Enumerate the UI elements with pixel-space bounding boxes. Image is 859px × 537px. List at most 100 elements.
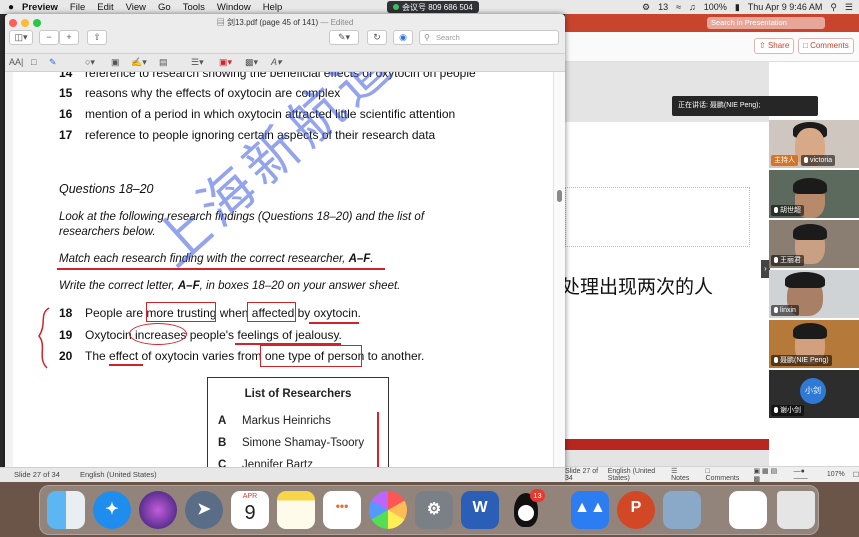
rotate-button[interactable]: ↻ [367, 30, 387, 45]
status-slide-count: Slide 27 of 34 [565, 467, 599, 482]
wifi-icon[interactable]: ≈ [676, 2, 681, 12]
fit-slide-icon[interactable]: ☐ [853, 471, 859, 479]
highlight-button[interactable]: ✎▾ [329, 30, 359, 45]
zoom-slider[interactable]: —●—— [794, 468, 819, 482]
menu-view[interactable]: View [126, 2, 146, 13]
notification-count: 13 [658, 2, 669, 12]
slide-textbox-placeholder[interactable] [565, 187, 750, 247]
host-badge: 主持人 [771, 155, 798, 166]
spotlight-icon[interactable]: ⚲ [830, 2, 837, 13]
mic-icon [774, 207, 778, 213]
document-title: ▤ 剑13.pdf (page 45 of 141) — Edited [216, 18, 354, 27]
reminders-icon[interactable]: ••• [323, 491, 361, 529]
meeting-status-icon [393, 4, 399, 10]
preview-app-icon[interactable] [663, 491, 701, 529]
line-style-icon[interactable]: ☰▾ [191, 56, 204, 69]
powerpoint-icon[interactable]: P [617, 491, 655, 529]
mic-icon [804, 157, 808, 163]
apple-icon[interactable]: ● [0, 2, 22, 13]
siri-icon[interactable] [139, 491, 177, 529]
question-item: 14 reference to research showing the bene… [59, 72, 476, 80]
volume-icon[interactable]: ♫ [689, 2, 696, 12]
powerpoint-search-input[interactable]: Search in Presentation [707, 17, 825, 29]
red-box-annotation [146, 302, 216, 322]
voov-meeting-icon[interactable]: ▲▲ [571, 491, 609, 529]
question-item: 19 Oxytocin increases people's feelings o… [59, 328, 342, 342]
status-comments-button[interactable]: □ Comments [706, 468, 746, 482]
menu-tools[interactable]: Tools [183, 2, 205, 13]
video-tile[interactable]: 主持人 victoria [769, 120, 859, 168]
video-tile[interactable]: linxin [769, 270, 859, 318]
menubar-app-name[interactable]: Preview [22, 2, 58, 13]
shapes-icon[interactable]: ○▾ [85, 56, 95, 69]
sign-icon[interactable]: ✍▾ [131, 56, 147, 69]
photos-icon[interactable] [369, 491, 407, 529]
markup-toolbar: AA| □ ✎ ○▾ ▣ ✍▾ ▤ ☰▾ ▣▾ ▩▾ A▾ [5, 54, 565, 72]
meeting-id-pill[interactable]: 会议号 809 686 504 [387, 1, 479, 13]
preview-below-statusbar: Slide 27 of 34 English (United States) [0, 467, 565, 482]
zoom-in-button[interactable]: + [59, 30, 79, 45]
view-buttons[interactable]: ▣ ▦ ▤ ▩ [753, 467, 785, 483]
status-language[interactable]: English (United States) [608, 468, 679, 482]
zoom-level[interactable]: 107% [827, 471, 845, 478]
menu-edit[interactable]: Edit [97, 2, 113, 13]
note-icon[interactable]: ▤ [159, 56, 168, 69]
status-slide-count-left: Slide 27 of 34 [14, 470, 60, 479]
comments-button[interactable]: □ Comments [798, 38, 854, 54]
recent-document-icon[interactable] [729, 491, 767, 529]
share-button[interactable]: ⇧ Share [754, 38, 795, 54]
system-preferences-icon[interactable]: ⚙ [415, 491, 453, 529]
fill-color-icon[interactable]: ▩▾ [245, 56, 258, 69]
avatar: 小剑 [800, 378, 826, 404]
powerpoint-titlebar: Search in Presentation [565, 14, 859, 32]
participant-name: linxin [771, 305, 799, 316]
current-slide[interactable]: 处理出现两次的人 [565, 122, 769, 450]
menu-help[interactable]: Help [263, 2, 283, 13]
sketch-icon[interactable]: ✎ [49, 56, 57, 69]
text-style-icon[interactable]: A▾ [271, 56, 282, 69]
markup-toolbar-button[interactable]: ◉ [393, 30, 413, 45]
participant-name: 王丽君 [771, 255, 804, 266]
trash-icon[interactable] [777, 491, 815, 529]
section-heading: Questions 18–20 [59, 182, 154, 196]
red-bracket-annotation [38, 307, 50, 369]
launchpad-icon[interactable]: ➤ [185, 491, 223, 529]
zoom-out-button[interactable]: − [39, 30, 59, 45]
scrollbar-thumb[interactable] [557, 190, 562, 202]
notification-icon[interactable]: ⚙ [642, 2, 650, 13]
participant-name: 谢小剑 [771, 405, 804, 416]
notes-icon[interactable] [277, 491, 315, 529]
safari-icon[interactable]: ✦ [93, 491, 131, 529]
border-color-icon[interactable]: ▣▾ [219, 56, 232, 69]
sidebar-toggle-button[interactable]: ◫▾ [9, 30, 33, 45]
video-panel: 主持人 victoria 胡世超 王丽君 linxin 聂鹏(NIE Peng)… [769, 120, 859, 420]
video-tile[interactable]: 胡世超 [769, 170, 859, 218]
notes-button[interactable]: ☰ Notes [671, 467, 697, 482]
mic-icon [774, 357, 778, 363]
menubar-status-area: ⚙ 13 ≈ ♫ 100% ▮ Thu Apr 9 9:46 AM ⚲ ☰ [642, 0, 853, 14]
document-view[interactable]: 14 reference to research showing the bene… [5, 72, 565, 482]
word-icon[interactable]: W [461, 491, 499, 529]
mic-icon [774, 307, 778, 313]
search-icon: ⚲ [424, 33, 430, 42]
menu-file[interactable]: File [70, 2, 85, 13]
text-box-icon[interactable]: ▣ [111, 56, 120, 69]
powerpoint-statusbar: Slide 27 of 34 English (United States) ☰… [565, 466, 859, 483]
video-tile[interactable]: 聂鹏(NIE Peng) [769, 320, 859, 368]
video-tile[interactable]: 王丽君 [769, 220, 859, 268]
clock[interactable]: Thu Apr 9 9:46 AM [748, 2, 823, 12]
calendar-icon[interactable]: APR 9 [231, 491, 269, 529]
vertical-scrollbar[interactable] [553, 72, 565, 482]
pdf-page[interactable]: 14 reference to research showing the bene… [13, 72, 549, 482]
slide-text[interactable]: 处理出现两次的人 [565, 272, 713, 299]
powerpoint-ribbon: ⇧ Share □ Comments [565, 32, 859, 62]
control-center-icon[interactable]: ☰ [845, 2, 853, 13]
share-icon[interactable]: ⇧ [87, 30, 107, 45]
battery-percent[interactable]: 100% [704, 2, 727, 12]
rect-selection-icon[interactable]: □ [31, 56, 36, 69]
finder-icon[interactable] [47, 491, 85, 529]
search-input[interactable]: ⚲ Search [419, 30, 559, 45]
menu-window[interactable]: Window [217, 2, 251, 13]
text-selection-icon[interactable]: AA| [9, 56, 23, 69]
menu-go[interactable]: Go [158, 2, 171, 13]
